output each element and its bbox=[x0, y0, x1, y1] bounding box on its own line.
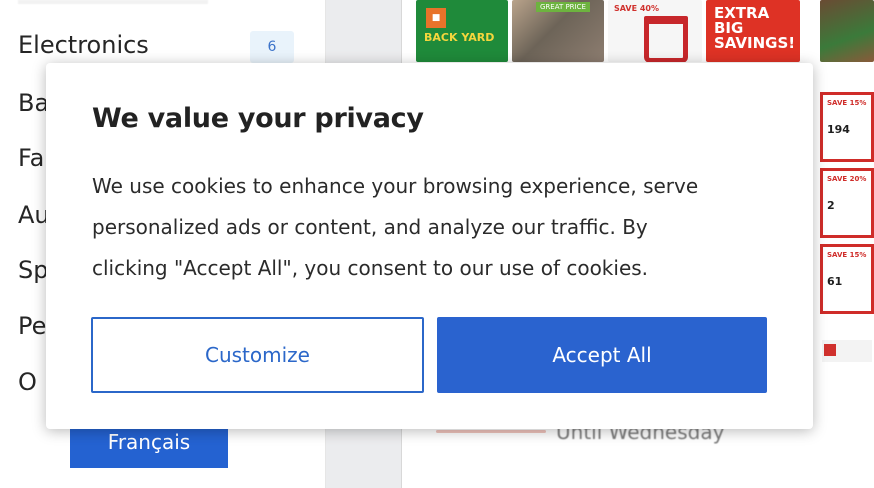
category-item[interactable]: O bbox=[18, 368, 37, 396]
deal-tiles: SAVE 15% 194 SAVE 20% 2 SAVE 15% 61 bbox=[820, 92, 874, 332]
dialog-title: We value your privacy bbox=[92, 103, 424, 134]
promo-text-line: SAVINGS! bbox=[714, 34, 796, 52]
dialog-body-line: personalized ads or content, and analyze… bbox=[92, 215, 648, 239]
deal-tag: SAVE 15% bbox=[827, 99, 867, 107]
category-item[interactable]: Sp bbox=[18, 256, 48, 284]
category-count-badge: 6 bbox=[250, 31, 294, 63]
promo-badge: GREAT PRICE bbox=[536, 2, 590, 12]
promo-thumbnail-photo[interactable]: GREAT PRICE bbox=[512, 0, 604, 62]
category-item[interactable]: Fa bbox=[18, 144, 44, 172]
dialog-body-line: clicking "Accept All", you consent to ou… bbox=[92, 256, 649, 280]
deal-tag: SAVE 20% bbox=[827, 175, 867, 183]
category-item[interactable]: Pe bbox=[18, 312, 46, 340]
privacy-consent-dialog: We value your privacy We use cookies to … bbox=[46, 63, 813, 429]
category-label: Au bbox=[18, 201, 50, 229]
deal-tile[interactable]: SAVE 15% 61 bbox=[820, 244, 874, 314]
promo-text: EXTRA BIG SAVINGS! bbox=[714, 6, 795, 51]
mini-ad-thumbnail[interactable] bbox=[822, 340, 872, 362]
category-label: O bbox=[18, 368, 37, 396]
logo-icon bbox=[824, 344, 836, 356]
dialog-body-line: We use cookies to enhance your browsing … bbox=[92, 174, 699, 198]
chair-image bbox=[644, 16, 688, 62]
deal-tile[interactable]: SAVE 20% 2 bbox=[820, 168, 874, 238]
deal-tag: SAVE 15% bbox=[827, 251, 867, 259]
dialog-body: We use cookies to enhance your browsing … bbox=[92, 166, 772, 289]
store-logo-icon: ■ bbox=[426, 8, 446, 28]
accept-all-button[interactable]: Accept All bbox=[437, 317, 767, 393]
promo-thumbnail-savings[interactable]: EXTRA BIG SAVINGS! bbox=[706, 0, 800, 62]
category-label: Ba bbox=[18, 89, 50, 117]
promo-thumbnail-chair[interactable]: SAVE 40% bbox=[608, 0, 702, 62]
deal-price: 194 bbox=[827, 123, 850, 136]
category-item-electronics[interactable]: Electronics bbox=[18, 31, 149, 59]
category-label: Electronics bbox=[18, 31, 149, 59]
promo-thumbnail-furniture[interactable] bbox=[820, 0, 874, 62]
sidebar-heading-clipped bbox=[18, 0, 208, 4]
flyer-underline bbox=[436, 430, 546, 433]
promo-thumbnail-backyard[interactable]: ■ BACK YARD bbox=[416, 0, 508, 62]
promo-text: BACK YARD bbox=[424, 31, 495, 44]
category-label: Sp bbox=[18, 256, 49, 284]
category-item[interactable]: Ba bbox=[18, 89, 49, 117]
deal-price: 61 bbox=[827, 275, 843, 288]
category-label: Pe bbox=[18, 312, 47, 340]
category-item[interactable]: Au bbox=[18, 201, 50, 229]
promo-badge: SAVE 40% bbox=[614, 4, 659, 13]
deal-tile[interactable]: SAVE 15% 194 bbox=[820, 92, 874, 162]
category-label: Fa bbox=[18, 144, 45, 172]
customize-button[interactable]: Customize bbox=[91, 317, 424, 393]
deal-price: 2 bbox=[827, 199, 835, 212]
